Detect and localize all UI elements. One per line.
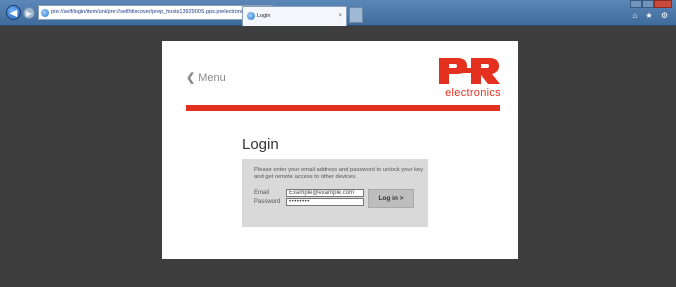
tab-favicon-icon xyxy=(247,12,255,20)
forward-button[interactable]: ▶ xyxy=(23,7,35,19)
menu-link[interactable]: ❮ Menu xyxy=(186,71,226,84)
pr-logo-mark: PR xyxy=(439,58,500,84)
logo-text: electronics xyxy=(445,87,501,99)
minimize-button[interactable] xyxy=(630,0,642,8)
email-label: Email xyxy=(254,190,270,196)
window-controls xyxy=(630,0,672,8)
password-field[interactable]: •••••••• xyxy=(286,198,364,206)
menu-label: Menu xyxy=(198,72,226,84)
divider-bar xyxy=(186,105,500,111)
login-form: Please enter your email address and pass… xyxy=(242,159,428,227)
email-field[interactable]: Example@example.com xyxy=(286,189,364,197)
login-panel: ❮Menu PR electronics Login Please enter … xyxy=(162,41,518,259)
chevron-left-icon: ❮ xyxy=(186,72,196,84)
page-title: Login xyxy=(242,136,279,153)
site-icon xyxy=(41,9,49,17)
close-window-button[interactable] xyxy=(654,0,672,8)
back-button[interactable]: ◀ xyxy=(6,5,21,20)
browser-chrome: ◀ ▶ pre://self/login/item/uni/pre://self… xyxy=(0,0,676,26)
password-label: Password xyxy=(254,199,281,205)
address-text: pre://self/login/item/uni/pre://self/dis… xyxy=(51,9,260,15)
maximize-button[interactable] xyxy=(642,0,654,8)
new-tab-button[interactable] xyxy=(349,7,363,23)
address-bar[interactable]: pre://self/login/item/uni/pre://self/dis… xyxy=(38,5,273,20)
tab-close-icon[interactable]: × xyxy=(338,7,342,25)
login-instructions: Please enter your email address and pass… xyxy=(254,167,424,180)
login-button[interactable]: Log in > xyxy=(368,189,414,208)
tab-login[interactable]: Login × xyxy=(242,6,347,26)
toolbar-icons[interactable]: ⌂ ★ ⚙ xyxy=(632,11,671,20)
tab-title: Login xyxy=(257,13,271,19)
